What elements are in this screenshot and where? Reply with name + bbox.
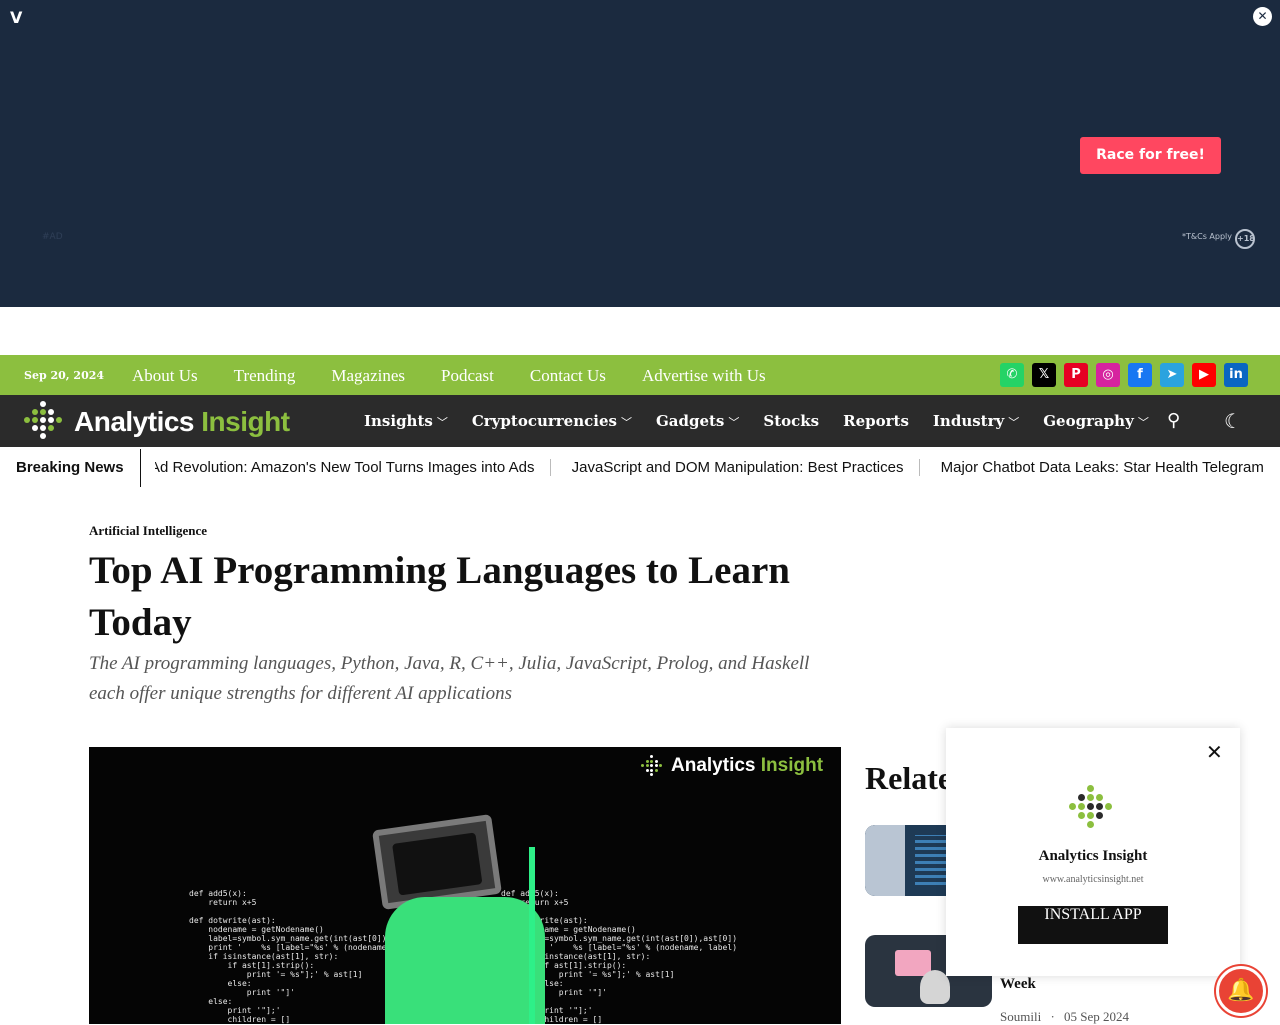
brand-name: Analytics Insight (74, 406, 290, 438)
nav-item-label: Stocks (763, 412, 820, 430)
chevron-down-icon: ﹀ (620, 416, 632, 429)
age-badge: +18 (1235, 229, 1255, 249)
nav-item-insights[interactable]: Insights ﹀ (364, 412, 448, 430)
figure-body (385, 897, 545, 1024)
hero-logo-main: Analytics (671, 755, 756, 776)
nav-item-label: Geography (1043, 412, 1134, 430)
nav-item-reports[interactable]: Reports (843, 412, 909, 430)
divider (140, 449, 141, 487)
related-title[interactable]: Week (1000, 976, 1036, 993)
youtube-icon[interactable]: ▶ (1192, 363, 1216, 387)
top-link-trending[interactable]: Trending (234, 366, 296, 386)
close-icon[interactable]: ✕ (1253, 7, 1272, 26)
article-category[interactable]: Artificial Intelligence (89, 523, 207, 539)
pinterest-icon[interactable]: P (1064, 363, 1088, 387)
brand-name-accent: Insight (201, 406, 290, 437)
top-link-about[interactable]: About Us (132, 366, 198, 386)
nav-item-label: Reports (843, 412, 909, 430)
ad-logo: V (10, 8, 23, 27)
close-icon[interactable]: ✕ (1206, 740, 1223, 764)
nav-item-label: Industry (932, 412, 1005, 430)
logo-mark-icon (641, 755, 665, 777)
linkedin-icon[interactable]: in (1224, 363, 1248, 387)
news-ticker: Ad Revolution: Amazon's New Tool Turns I… (155, 459, 1280, 476)
install-app-button[interactable]: INSTALL APP (1018, 906, 1168, 944)
related-date: 05 Sep 2024 (1064, 1009, 1130, 1024)
search-icon[interactable]: ⚲ (1167, 410, 1180, 431)
ticker-item[interactable]: Ad Revolution: Amazon's New Tool Turns I… (155, 459, 552, 476)
nav-item-cryptocurrencies[interactable]: Cryptocurrencies ﹀ (472, 412, 632, 430)
chevron-down-icon: ﹀ (436, 416, 448, 429)
related-meta: Soumili · 05 Sep 2024 (1000, 1009, 1129, 1025)
article-subtitle: The AI programming languages, Python, Ja… (89, 653, 810, 704)
whatsapp-icon[interactable]: ✆ (1000, 363, 1024, 387)
brand-name-main: Analytics (74, 406, 195, 437)
top-bar: Sep 20, 2024 About Us Trending Magazines… (0, 355, 1280, 395)
nav-item-label: Insights (364, 412, 433, 430)
nav-menu: Insights ﹀ Cryptocurrencies ﹀ Gadgets ﹀ Stocks… (364, 412, 1173, 430)
top-link-podcast[interactable]: Podcast (441, 366, 494, 386)
top-link-advertise[interactable]: Advertise with Us (642, 366, 766, 386)
dark-mode-icon[interactable]: ☾ (1224, 409, 1242, 433)
logo-mark-icon (24, 401, 66, 443)
nav-item-stocks[interactable]: Stocks (763, 412, 819, 430)
chevron-down-icon: ﹀ (1008, 416, 1020, 429)
article-title: Top AI Programming Languages to Learn To… (89, 549, 790, 644)
main-nav: Analytics Insight Insights ﹀ Cryptocurrenc… (0, 395, 1280, 447)
ticker-item[interactable]: Major Chatbot Data Leaks: Star Health Te… (941, 459, 1280, 476)
ad-cta-button[interactable]: Race for free! (1080, 137, 1221, 174)
light-beam (529, 847, 535, 1024)
app-logo-icon (1069, 785, 1117, 833)
ticker-item[interactable]: JavaScript and DOM Manipulation: Best Pr… (572, 459, 921, 476)
hero-logo-text: Analytics Insight (671, 755, 823, 777)
telegram-icon[interactable]: ➤ (1160, 363, 1184, 387)
ad-tag: #AD (42, 232, 63, 242)
breaking-news-label: Breaking News (16, 459, 124, 476)
app-url: www.analyticsinsight.net (1042, 874, 1144, 885)
install-app-popup: ✕ Analytics Insight www.analyticsinsight… (946, 728, 1240, 976)
ad-terms: *T&Cs Apply (1182, 232, 1233, 241)
hero-image: def add5(x): return x+5 def dotwrite(ast… (89, 747, 841, 1024)
instagram-icon[interactable]: ◎ (1096, 363, 1120, 387)
nav-item-geography[interactable]: Geography ﹀ (1043, 412, 1149, 430)
meta-separator: · (1050, 1009, 1055, 1024)
site-logo[interactable]: Analytics Insight (24, 401, 290, 443)
ad-banner[interactable]: V ✕ #AD Race for free! *T&Cs Apply +18 (0, 0, 1280, 307)
x-icon[interactable]: 𝕏 (1032, 363, 1056, 387)
nav-item-industry[interactable]: Industry ﹀ (933, 412, 1019, 430)
app-name: Analytics Insight (1038, 848, 1148, 864)
top-link-contact[interactable]: Contact Us (530, 366, 606, 386)
top-links: About Us Trending Magazines Podcast Cont… (132, 366, 802, 386)
tv-head (372, 814, 502, 910)
current-date: Sep 20, 2024 (24, 369, 105, 382)
related-author[interactable]: Soumili (1000, 1009, 1041, 1024)
chevron-down-icon: ﹀ (728, 416, 740, 429)
breaking-news-bar: Breaking News Ad Revolution: Amazon's Ne… (0, 447, 1280, 487)
hero-logo-accent: Insight (760, 755, 824, 776)
notification-bell-icon[interactable]: 🔔 (1216, 966, 1266, 1016)
nav-item-gadgets[interactable]: Gadgets ﹀ (656, 412, 739, 430)
nav-item-label: Gadgets (655, 412, 725, 430)
nav-item-label: Cryptocurrencies (471, 412, 617, 430)
facebook-icon[interactable]: f (1128, 363, 1152, 387)
hero-watermark-logo: Analytics Insight (641, 755, 823, 777)
social-links: ✆ 𝕏 P ◎ f ➤ ▶ in (1000, 363, 1248, 387)
top-link-magazines[interactable]: Magazines (331, 366, 405, 386)
chevron-down-icon: ﹀ (1137, 416, 1149, 429)
